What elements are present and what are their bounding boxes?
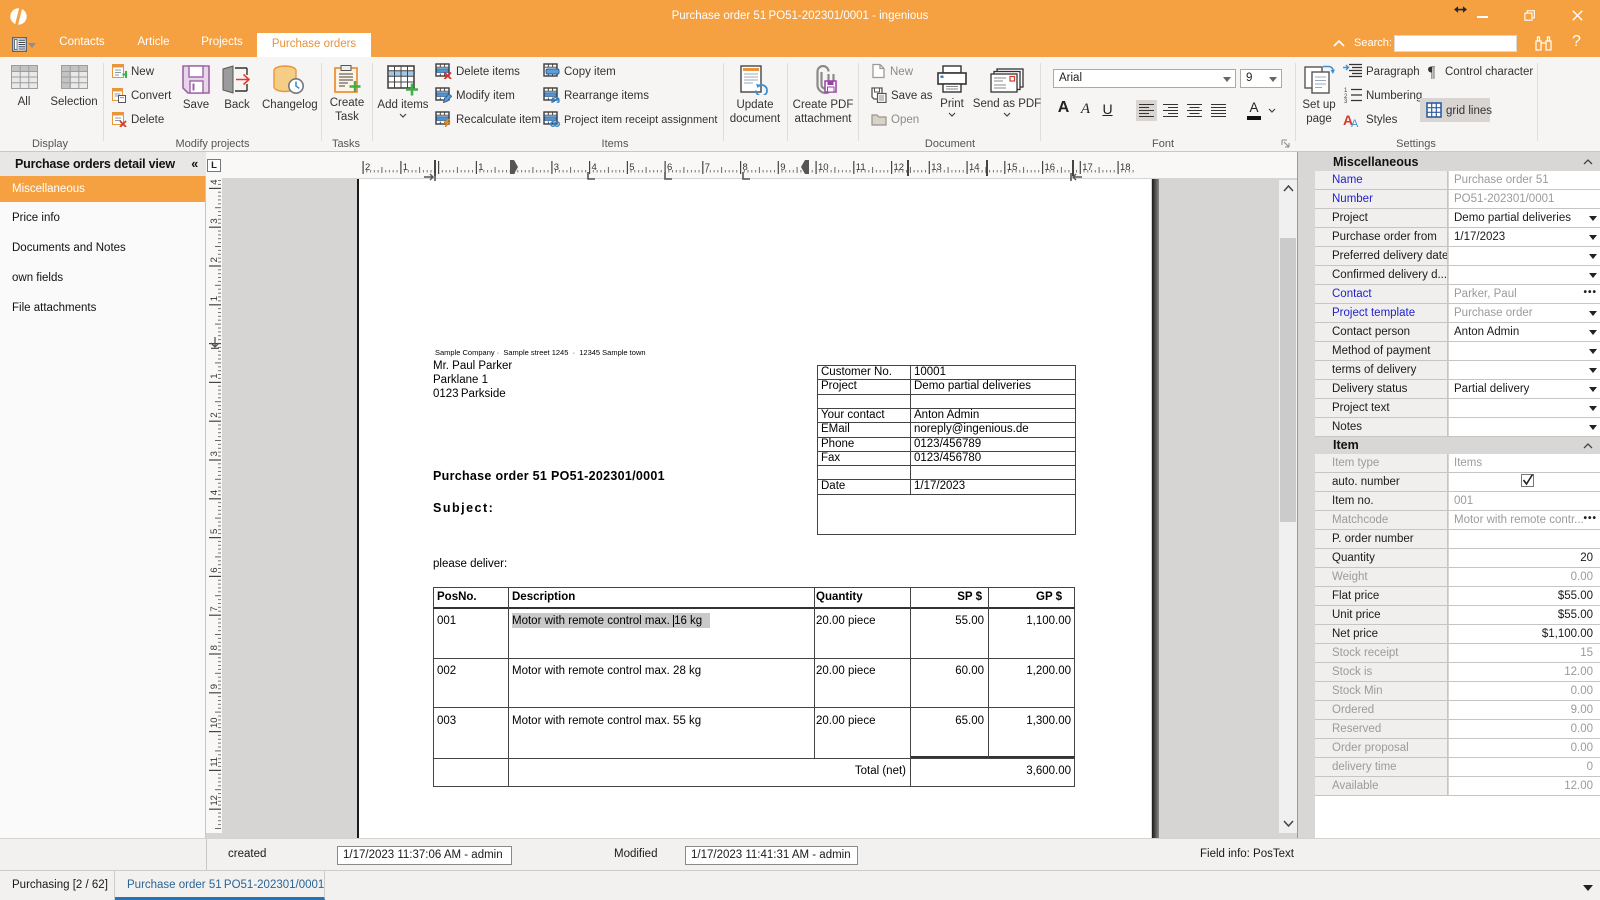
svg-text:1: 1 bbox=[478, 162, 483, 173]
svg-text:15: 15 bbox=[1007, 162, 1018, 173]
svg-text:4: 4 bbox=[209, 180, 220, 185]
svg-text:5: 5 bbox=[629, 162, 634, 173]
svg-text:14: 14 bbox=[969, 162, 980, 173]
svg-text:1: 1 bbox=[209, 374, 220, 379]
svg-text:1: 1 bbox=[403, 162, 408, 173]
svg-text:17: 17 bbox=[1082, 162, 1093, 173]
svg-text:3: 3 bbox=[1344, 99, 1348, 103]
svg-text:10: 10 bbox=[818, 162, 829, 173]
svg-text:11: 11 bbox=[856, 162, 866, 173]
svg-text:10: 10 bbox=[209, 717, 220, 728]
svg-text:8: 8 bbox=[209, 645, 220, 650]
svg-text:12: 12 bbox=[209, 795, 220, 806]
svg-text:11: 11 bbox=[209, 757, 220, 767]
svg-text:3: 3 bbox=[209, 451, 220, 456]
svg-text:18: 18 bbox=[1120, 162, 1131, 173]
svg-text:2: 2 bbox=[209, 412, 220, 417]
svg-text:16: 16 bbox=[1045, 162, 1056, 173]
svg-text:4: 4 bbox=[209, 490, 220, 495]
svg-text:1: 1 bbox=[209, 296, 220, 301]
svg-text:¶: ¶ bbox=[1428, 64, 1436, 79]
svg-text:5: 5 bbox=[209, 529, 220, 534]
svg-text:13: 13 bbox=[931, 162, 942, 173]
svg-text:A: A bbox=[1351, 118, 1359, 127]
svg-text:2: 2 bbox=[209, 257, 220, 262]
svg-text:3: 3 bbox=[554, 162, 559, 173]
svg-text:9: 9 bbox=[209, 684, 220, 689]
svg-text:7: 7 bbox=[705, 162, 710, 173]
svg-text:2: 2 bbox=[365, 162, 370, 173]
svg-text:6: 6 bbox=[209, 568, 220, 573]
svg-text:3: 3 bbox=[209, 218, 220, 223]
svg-text:7: 7 bbox=[209, 606, 220, 611]
svg-text:9: 9 bbox=[780, 162, 785, 173]
svg-text:12: 12 bbox=[894, 162, 905, 173]
